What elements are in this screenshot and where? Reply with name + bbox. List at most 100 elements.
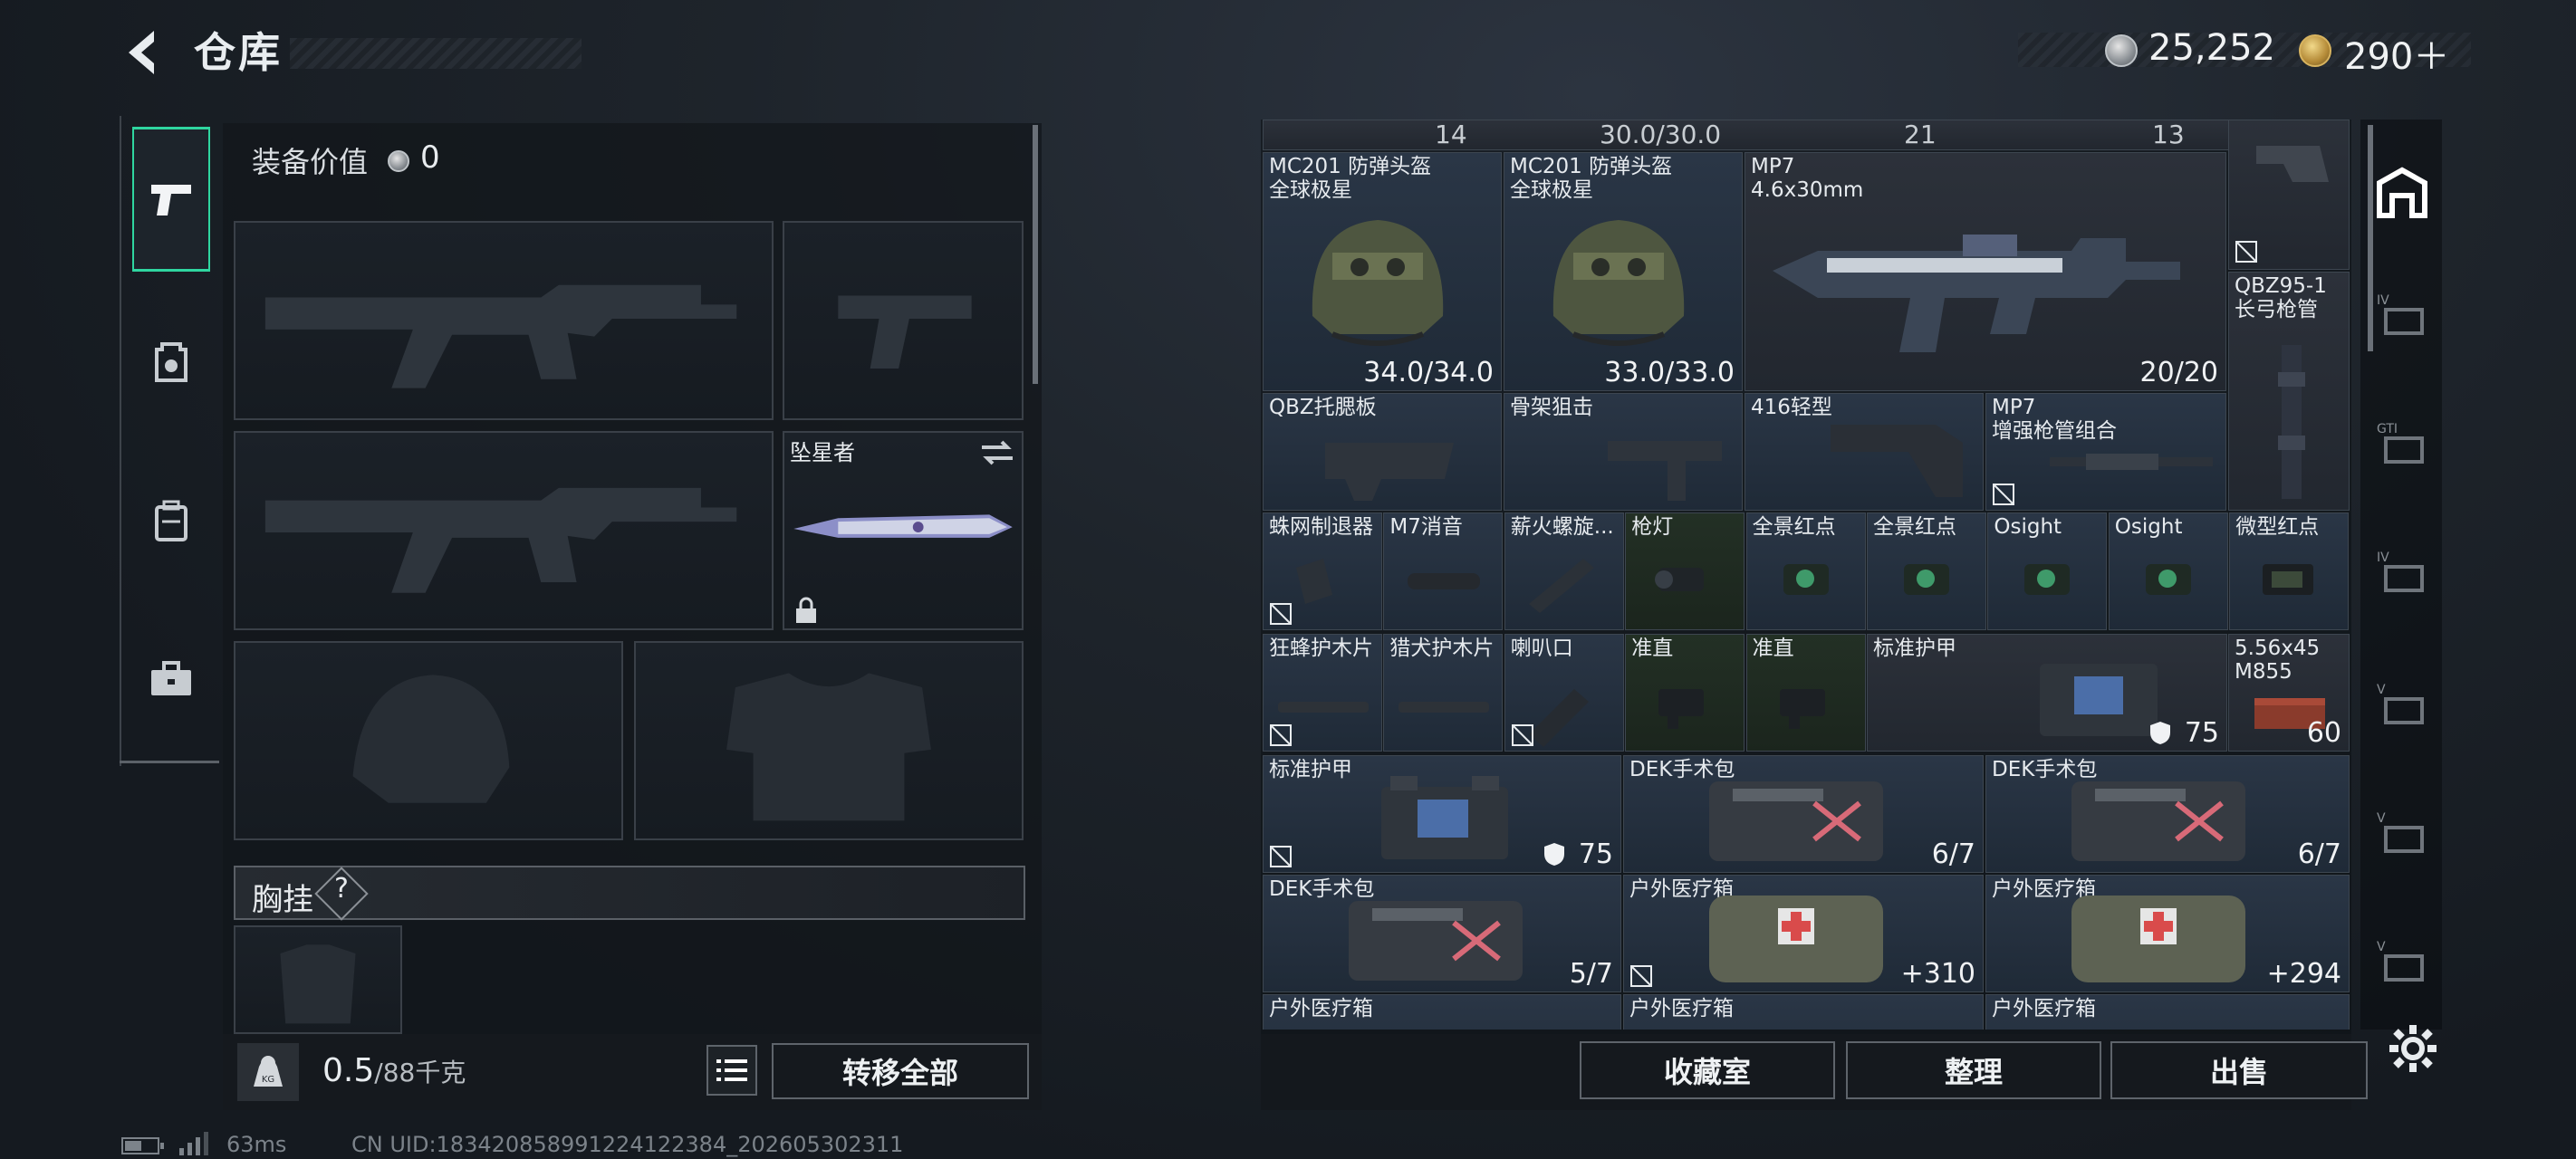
item-name: 标准护甲: [1873, 637, 1956, 660]
item-cheekrest[interactable]: QBZ托腮板: [1263, 393, 1502, 511]
tab-storage-iv-2[interactable]: IV: [2366, 512, 2438, 630]
item-attachment[interactable]: Osight: [2108, 512, 2228, 630]
tab-storage-main[interactable]: [2366, 134, 2438, 252]
item-barrel[interactable]: QBZ95-1 长弓枪管: [2228, 272, 2350, 511]
item-attachment[interactable]: 准直: [1625, 634, 1745, 752]
list-view-button[interactable]: [706, 1045, 757, 1096]
weight-readout: 0.5/88千克: [322, 1052, 466, 1089]
item-attachment[interactable]: 蛛网制退器: [1263, 512, 1382, 630]
attachment-icon: [1779, 689, 1825, 729]
tab-gear[interactable]: [132, 290, 210, 435]
pistol-slot[interactable]: [783, 221, 1024, 420]
item-name: MC201 防弹头盔 全球极星: [1510, 155, 1673, 202]
silver-amount: 25,252: [2148, 27, 2275, 69]
item-mp7[interactable]: MP7 4.6x30mm 20/20: [1745, 152, 2226, 391]
briefcase-icon: [151, 661, 191, 695]
item-ammo: 20/20: [2139, 357, 2218, 388]
item-name: QBZ95-1 长弓枪管: [2235, 274, 2327, 321]
helmet-silhouette-icon: [352, 675, 510, 803]
item-name: 标准护甲: [1269, 758, 1352, 781]
item-stock[interactable]: 416轻型: [1745, 393, 1984, 511]
loadout-scrollbar[interactable]: [1033, 125, 1038, 384]
item-attachment[interactable]: 准直: [1745, 634, 1866, 752]
item-stock[interactable]: 骨架狙击: [1504, 393, 1743, 511]
item-attachment[interactable]: 全景红点: [1867, 512, 1986, 630]
title-decoration: [290, 38, 582, 69]
rig-silhouette-icon: [280, 944, 356, 1024]
item-surgery-kit[interactable]: DEK手术包 6/7: [1985, 755, 2350, 873]
item-surgery-kit[interactable]: DEK手术包 5/7: [1263, 875, 1621, 992]
chest-rig-slot[interactable]: [234, 925, 402, 1034]
shield-icon: [2150, 722, 2170, 744]
rail-divider: [120, 761, 219, 763]
melee-name: 坠星者: [790, 440, 855, 465]
item-name: QBZ托腮板: [1269, 396, 1377, 419]
armor-icon: [2040, 664, 2158, 736]
item-attachment[interactable]: 猎犬护木片: [1383, 634, 1504, 752]
secondary-weapon-slot[interactable]: [234, 431, 774, 630]
helmet-icon: [1552, 220, 1685, 346]
back-arrow-icon[interactable]: [120, 25, 167, 80]
gold-amount[interactable]: 290＋: [2344, 27, 2449, 80]
no-resale-icon: [1270, 724, 1292, 746]
item-medkit[interactable]: 户外医疗箱: [1263, 994, 1621, 1030]
tab-case[interactable]: [132, 607, 210, 752]
settings-gear-icon[interactable]: [2388, 1023, 2438, 1074]
transfer-all-button[interactable]: 转移全部: [772, 1043, 1029, 1099]
top-count: 21: [1904, 120, 1937, 149]
item-surgery-kit[interactable]: DEK手术包 6/7: [1623, 755, 1984, 873]
item-name: MC201 防弹头盔 全球极星: [1269, 155, 1432, 202]
top-count: 13: [2152, 120, 2185, 149]
item-attachment[interactable]: Osight: [1987, 512, 2108, 630]
item-stock[interactable]: [2228, 120, 2350, 270]
item-helmet[interactable]: MC201 防弹头盔 全球极星 34.0/34.0: [1263, 152, 1502, 391]
storage-box-icon: V: [2377, 940, 2424, 982]
collection-button[interactable]: 收藏室: [1580, 1041, 1835, 1099]
equip-value-coin-icon: [388, 150, 409, 172]
medkit-icon: [1709, 896, 1883, 982]
tab-storage-v-2[interactable]: V: [2366, 773, 2438, 891]
item-attachment[interactable]: 枪灯: [1625, 512, 1745, 630]
primary-weapon-slot[interactable]: [234, 221, 774, 420]
item-medkit[interactable]: 户外医疗箱: [1623, 994, 1984, 1030]
gold-coin-icon: [2299, 34, 2331, 67]
svg-text:V: V: [2377, 940, 2386, 954]
item-ammo[interactable]: 5.56x45 M855 60: [2228, 634, 2350, 752]
armor-icon: [1381, 776, 1508, 859]
tab-weapons[interactable]: [132, 127, 210, 272]
item-helmet[interactable]: MC201 防弹头盔 全球极星 33.0/33.0: [1504, 152, 1743, 391]
tab-storage-v-3[interactable]: V: [2366, 902, 2438, 1020]
organize-button[interactable]: 整理: [1846, 1041, 2101, 1099]
list-icon: [716, 1059, 747, 1081]
tab-backpack[interactable]: [132, 449, 210, 594]
tab-storage-gti[interactable]: GTI: [2366, 384, 2438, 502]
item-armor[interactable]: 标准护甲 75: [1263, 755, 1621, 873]
armor-slot[interactable]: [634, 641, 1024, 840]
item-medkit[interactable]: 户外医疗箱: [1985, 994, 2350, 1030]
weight-max: /88千克: [374, 1058, 466, 1087]
stock-icon: [2256, 146, 2329, 182]
storage-box-icon: IV: [2377, 293, 2424, 335]
medkit-icon: [2071, 896, 2245, 982]
tab-storage-iv[interactable]: IV: [2366, 255, 2438, 373]
item-attachment[interactable]: 喇叭口: [1504, 634, 1624, 752]
item-barrel-kit[interactable]: MP7 增强枪管组合: [1985, 393, 2226, 511]
item-attachment[interactable]: 全景红点: [1745, 512, 1866, 630]
help-icon[interactable]: ?: [334, 873, 349, 905]
item-armor[interactable]: 标准护甲 75: [1867, 634, 2227, 752]
item-attachment[interactable]: 微型红点: [2229, 512, 2350, 630]
sell-button[interactable]: 出售: [2110, 1041, 2368, 1099]
item-name: 5.56x45 M855: [2235, 637, 2321, 684]
ping: 63ms: [226, 1132, 287, 1157]
tab-storage-v[interactable]: V: [2366, 645, 2438, 762]
item-attachment[interactable]: 狂蜂护木片: [1263, 634, 1382, 752]
item-medkit[interactable]: 户外医疗箱 +310: [1623, 875, 1984, 992]
chest-rig-label: 胸挂: [252, 882, 313, 918]
item-count: 60: [2306, 717, 2341, 749]
helmet-slot[interactable]: [234, 641, 623, 840]
item-attachment[interactable]: 薪火螺旋...: [1504, 512, 1624, 630]
item-attachment[interactable]: M7消音: [1383, 512, 1504, 630]
item-medkit[interactable]: 户外医疗箱 +294: [1985, 875, 2350, 992]
item-name: 户外医疗箱: [1992, 997, 2096, 1020]
swap-icon[interactable]: [978, 436, 1016, 469]
